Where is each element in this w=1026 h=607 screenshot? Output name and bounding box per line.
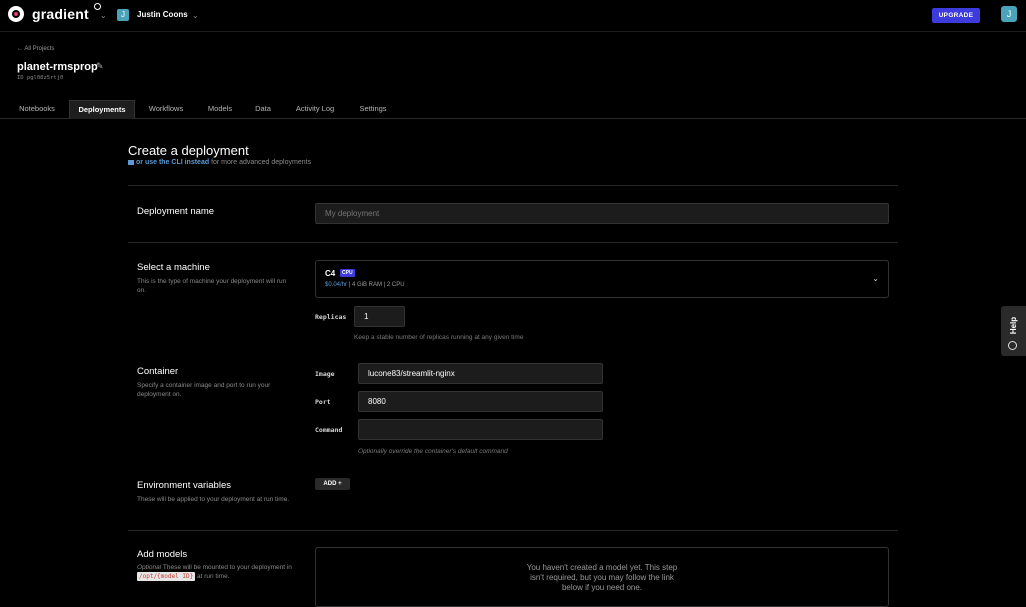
project-name: planet-rmsprop <box>17 61 98 73</box>
models-empty-line3: below if you need one. <box>561 583 643 592</box>
machine-name: C4 <box>325 269 336 278</box>
models-empty-line1: You haven't created a model yet. This st… <box>526 563 678 572</box>
port-input[interactable]: 8080 <box>358 391 603 412</box>
models-empty-text: You haven't created a model yet. This st… <box>316 563 888 593</box>
cpu-badge: CPU <box>340 269 355 277</box>
command-input[interactable] <box>358 419 603 440</box>
models-empty-line2: isn't required, but you may follow the l… <box>530 573 674 582</box>
machine-select[interactable]: C4 CPU $0.04/hr | 4 GiB RAM | 2 CPU ⌄ <box>315 260 889 298</box>
logo-sup-icon <box>94 3 101 10</box>
divider <box>128 530 898 531</box>
env-title: Environment variables <box>137 480 231 491</box>
machine-meta: $0.04/hr | 4 GiB RAM | 2 CPU <box>325 282 405 288</box>
top-bar: gradient ⌄ J Justin Coons ⌄ UPGRADE J <box>0 0 1026 32</box>
terminal-icon <box>128 159 134 165</box>
all-projects-link[interactable]: ← All Projects <box>17 46 54 52</box>
lifebuoy-icon <box>1008 341 1017 350</box>
chevron-down-icon[interactable]: ⌄ <box>192 11 199 20</box>
command-help: Optionally override the container's defa… <box>358 448 508 455</box>
container-desc: Specify a container image and port to ru… <box>137 382 271 398</box>
port-label: Port <box>315 398 331 406</box>
container-title: Container <box>137 366 179 377</box>
page-title: Create a deployment <box>128 143 249 158</box>
deployment-name-input[interactable] <box>315 203 889 224</box>
add-env-button[interactable]: ADD + <box>315 478 350 490</box>
upgrade-button[interactable]: UPGRADE <box>932 8 980 23</box>
replicas-input[interactable]: 1 <box>354 306 405 327</box>
team-avatar[interactable]: J <box>117 9 129 21</box>
project-id: ID pgl08z5rtj0 <box>17 75 63 81</box>
command-label: Command <box>315 426 343 434</box>
deployment-name-title: Deployment name <box>137 206 215 217</box>
user-avatar[interactable]: J <box>1001 6 1017 22</box>
cli-hint: or use the CLI instead for more advanced… <box>128 159 311 166</box>
replicas-label: Replicas <box>315 313 347 321</box>
cli-suffix: for more advanced deployments <box>209 159 312 166</box>
tab-workflows[interactable]: Workflows <box>142 100 190 118</box>
machine-title: Select a machine <box>137 262 210 273</box>
project-id-label: ID <box>17 75 24 81</box>
project-tabs: Notebooks Deployments Workflows Models D… <box>0 100 1026 119</box>
replicas-help: Keep a stable number of replicas running… <box>354 334 524 341</box>
image-input[interactable]: lucone83/streamlit-nginx <box>358 363 603 384</box>
chevron-down-icon[interactable]: ⌄ <box>100 11 107 20</box>
help-tab[interactable]: Help <box>1001 306 1026 356</box>
team-name[interactable]: Justin Coons <box>137 10 188 19</box>
tab-deployments[interactable]: Deployments <box>69 100 135 119</box>
cli-link[interactable]: or use the CLI instead <box>136 159 209 166</box>
tab-models[interactable]: Models <box>202 100 238 118</box>
project-id-value: pgl08z5rtj0 <box>26 75 64 81</box>
pencil-icon[interactable]: ✎ <box>96 61 104 72</box>
models-desc-2: at run time. <box>195 573 230 580</box>
tab-settings[interactable]: Settings <box>353 100 393 118</box>
tab-activity-log[interactable]: Activity Log <box>289 100 341 118</box>
models-path: /opt/{model ID} <box>137 572 196 581</box>
chevron-down-icon[interactable]: ⌄ <box>872 274 879 283</box>
logo-text[interactable]: gradient <box>32 6 89 22</box>
machine-cpu: 2 CPU <box>386 282 405 288</box>
models-empty-box: You haven't created a model yet. This st… <box>315 547 889 607</box>
models-desc-1: These will be mounted to your deployment… <box>161 564 292 571</box>
logo-dot <box>14 12 18 16</box>
help-label: Help <box>1009 316 1018 335</box>
machine-desc: This is the type of machine your deploym… <box>137 278 287 294</box>
models-optional: Optional <box>137 564 162 571</box>
machine-ram: 4 GiB RAM <box>351 282 382 288</box>
models-title: Add models <box>137 549 188 560</box>
tab-data[interactable]: Data <box>250 100 276 118</box>
machine-price: $0.04/hr <box>325 282 348 288</box>
env-desc: These will be applied to your deployment… <box>137 496 290 503</box>
divider <box>128 185 898 186</box>
divider <box>128 242 898 243</box>
image-label: Image <box>315 370 335 378</box>
models-desc: Optional These will be mounted to your d… <box>137 563 297 581</box>
tab-notebooks[interactable]: Notebooks <box>12 100 62 118</box>
